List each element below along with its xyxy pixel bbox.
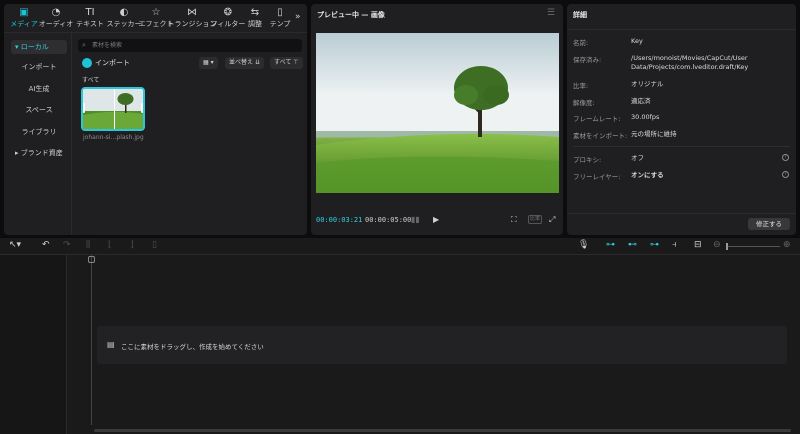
sidebar-item-space[interactable]: スペース bbox=[11, 103, 67, 117]
linkage-icon[interactable]: ⊶ bbox=[650, 240, 659, 250]
section-label: すべて bbox=[82, 77, 100, 84]
fullscreen-icon[interactable]: ⤢ bbox=[549, 215, 555, 225]
sidebar-item-brand[interactable]: ▸ ブランド資産 bbox=[11, 146, 67, 160]
media-panel: ▣ メディア ◔ オーディオ TI テキスト ◐ ステッカー ☆ エフェクト ⋈… bbox=[4, 4, 307, 235]
search-icon: ⌕ bbox=[82, 41, 86, 49]
filter-button[interactable]: すべて ⊤ bbox=[270, 57, 303, 69]
auto-snap-icon[interactable]: ⊷ bbox=[628, 240, 637, 250]
redo-icon[interactable]: ↷ bbox=[63, 240, 71, 250]
media-sidebar: ▾ ローカル インポート AI生成 スペース ライブラリ ▸ ブランド資産 bbox=[4, 33, 72, 235]
preview-screen[interactable] bbox=[316, 33, 559, 193]
trim-handle-left[interactable] bbox=[83, 103, 85, 113]
free-layer-toggle[interactable]: オンにする bbox=[631, 171, 664, 180]
divider bbox=[567, 29, 796, 30]
divider bbox=[573, 146, 790, 147]
fix-button[interactable]: 修正する bbox=[748, 218, 790, 230]
timeline-toolbar: ↖▾ ↶ ↷ ⫼ ⌊ ⌋ ▯ 🎙 ⊶ ⊷ ⊶ ⫞ ⊟ ⊖ ⊕ bbox=[0, 238, 800, 255]
preview-axis-icon[interactable]: ⫞ bbox=[672, 240, 677, 250]
playhead-handle[interactable] bbox=[88, 256, 95, 263]
sidebar-item-import[interactable]: インポート bbox=[11, 60, 67, 74]
sort-icon: ⇊ bbox=[254, 59, 260, 66]
film-icon: ▤ bbox=[107, 340, 115, 349]
sidebar-item-ai[interactable]: AI生成 bbox=[11, 82, 67, 96]
filter-icon: ⊤ bbox=[293, 59, 299, 66]
more-tabs-icon[interactable]: » bbox=[295, 12, 301, 22]
tree-image bbox=[316, 33, 559, 193]
proxy-toggle[interactable]: オフ bbox=[631, 154, 644, 163]
microphone-icon[interactable]: 🎙 bbox=[578, 240, 589, 250]
media-area: ⌕ 素材を検索 インポート ▦ ▾ 並べ替え ⇊ すべて ⊤ すべて johan… bbox=[72, 33, 307, 235]
split-icon[interactable]: ⫼ bbox=[86, 240, 90, 250]
zoom-slider-handle[interactable] bbox=[726, 243, 728, 250]
split-left-icon[interactable]: ⌊ bbox=[108, 240, 112, 250]
magnet-main-icon[interactable]: ⊶ bbox=[606, 240, 615, 250]
scrub-line bbox=[114, 89, 115, 129]
template-icon: ▯ bbox=[277, 7, 283, 18]
trim-handle-right[interactable] bbox=[141, 103, 143, 113]
select-tool-icon[interactable]: ↖▾ bbox=[9, 240, 21, 250]
help-icon[interactable]: ? bbox=[782, 171, 789, 178]
import-button[interactable]: インポート bbox=[82, 57, 130, 69]
timeline-toggle-icon[interactable]: ▮▮ bbox=[411, 215, 420, 224]
preview-panel: プレビュー中 — 画像 ☰ 00:00:03:21 00:00:05:00 ▮▮… bbox=[311, 4, 563, 235]
drop-hint: ここに素材をドラッグし、作成を始めてください bbox=[121, 343, 264, 351]
current-timecode: 00:00:03:21 bbox=[316, 216, 363, 224]
zoom-out-icon[interactable]: ⊖ bbox=[713, 240, 721, 250]
details-footer: 修正する bbox=[567, 213, 796, 235]
menu-icon[interactable]: ☰ bbox=[547, 8, 555, 18]
import-icon bbox=[82, 58, 92, 68]
search-input[interactable]: ⌕ 素材を検索 bbox=[78, 39, 302, 52]
timeline: ↖▾ ↶ ↷ ⫼ ⌊ ⌋ ▯ 🎙 ⊶ ⊷ ⊶ ⫞ ⊟ ⊖ ⊕ ▤ ここに素材をド… bbox=[0, 238, 800, 434]
zoom-slider[interactable] bbox=[726, 246, 780, 247]
caption-icon[interactable]: ⊟ bbox=[694, 240, 702, 250]
zoom-in-icon[interactable]: ⊕ bbox=[783, 240, 791, 250]
tree-image bbox=[83, 89, 143, 129]
grid-view-icon: ▦ ▾ bbox=[203, 59, 214, 66]
timeline-drop-zone[interactable]: ▤ ここに素材をドラッグし、作成を始めてください bbox=[97, 326, 787, 364]
duration-timecode: 00:00:05:00 bbox=[365, 216, 412, 224]
media-file-name: johann-si…plash.jpg bbox=[83, 134, 144, 141]
tab-template[interactable]: ▯ テンプ bbox=[266, 7, 294, 31]
play-icon[interactable]: ▶ bbox=[433, 215, 439, 224]
details-title: 詳細 bbox=[573, 11, 587, 19]
delete-icon[interactable]: ▯ bbox=[152, 240, 157, 250]
preview-title: プレビュー中 — 画像 bbox=[317, 11, 385, 19]
undo-icon[interactable]: ↶ bbox=[42, 240, 50, 250]
media-tab-bar: ▣ メディア ◔ オーディオ TI テキスト ◐ ステッカー ☆ エフェクト ⋈… bbox=[4, 4, 307, 33]
fit-screen-icon[interactable]: ⛶ bbox=[511, 215, 517, 225]
split-right-icon[interactable]: ⌋ bbox=[130, 240, 134, 250]
sidebar-item-library[interactable]: ライブラリ bbox=[11, 125, 67, 139]
ratio-button[interactable]: 比率 bbox=[528, 215, 542, 224]
help-icon[interactable]: ? bbox=[782, 154, 789, 161]
sidebar-item-local[interactable]: ▾ ローカル bbox=[11, 40, 67, 54]
playhead[interactable] bbox=[91, 255, 92, 425]
track-header-column bbox=[0, 255, 67, 434]
timeline-scrollbar[interactable] bbox=[94, 429, 791, 432]
view-toggle-button[interactable]: ▦ ▾ bbox=[199, 57, 218, 69]
details-panel: 詳細 名前: Key 保存済み: /Users/monoist/Movies/C… bbox=[567, 4, 796, 235]
media-thumbnail[interactable] bbox=[81, 87, 145, 131]
sort-button[interactable]: 並べ替え ⇊ bbox=[225, 57, 264, 69]
